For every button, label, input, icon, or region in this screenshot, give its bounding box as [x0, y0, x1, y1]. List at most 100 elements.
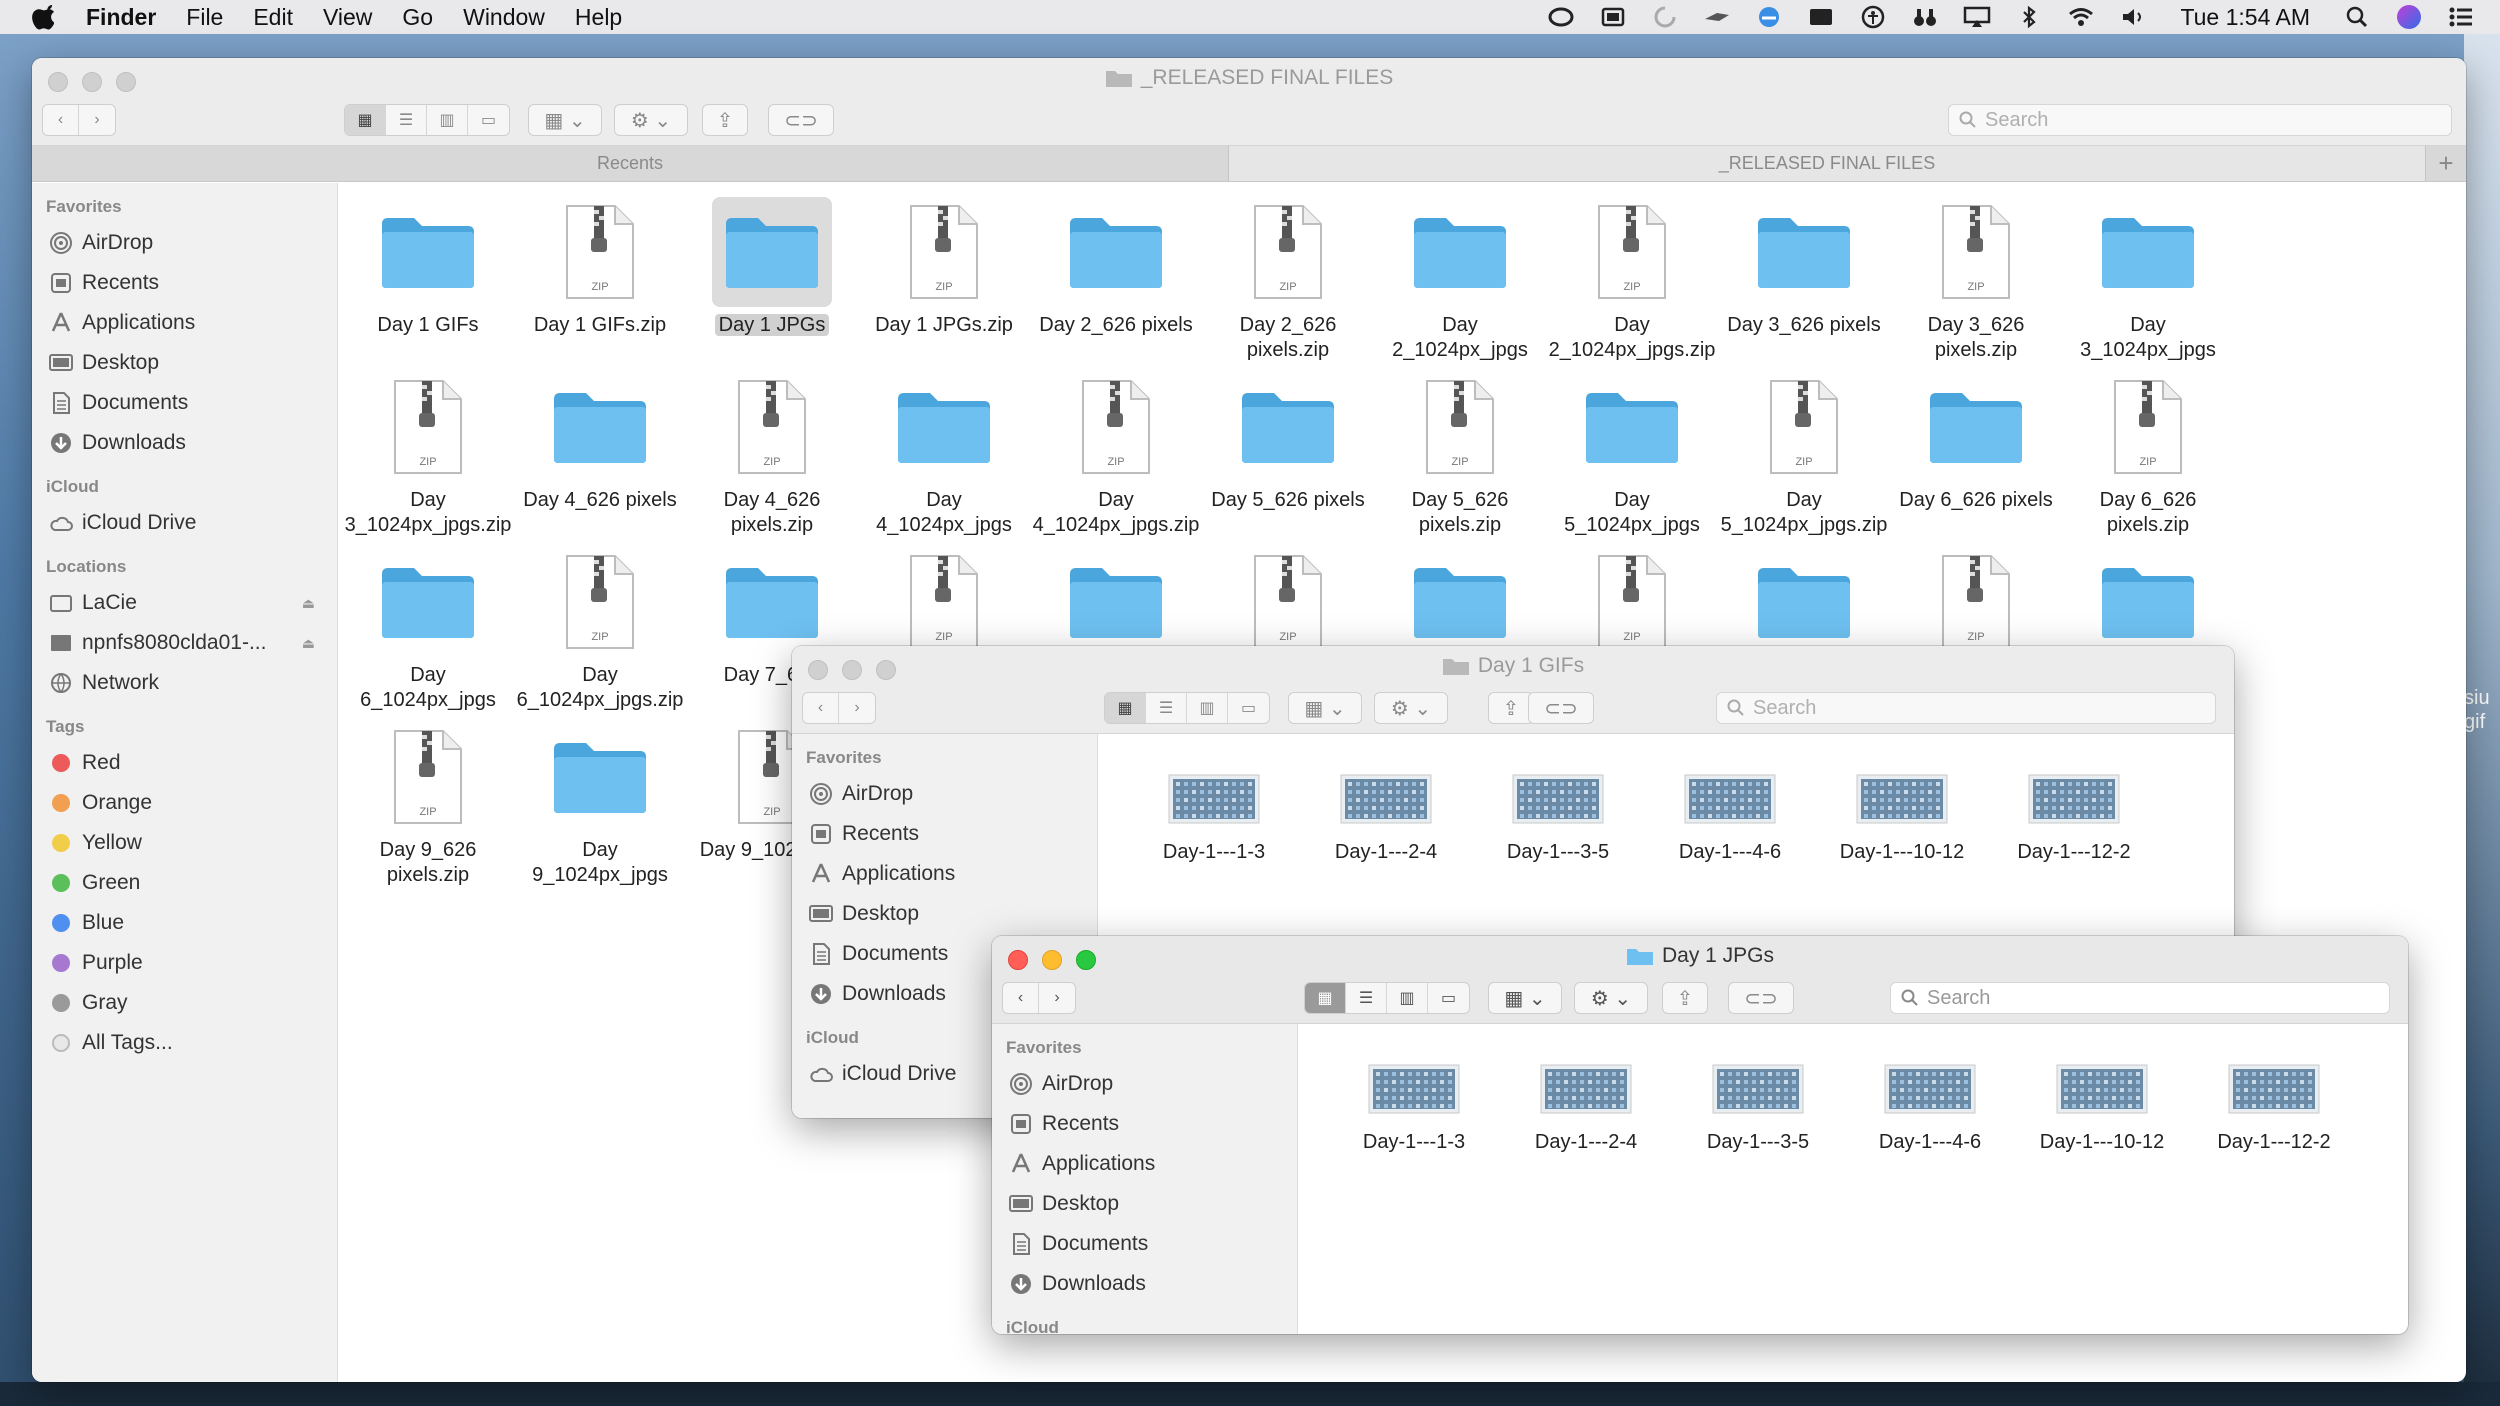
sidebar-item-desktop[interactable]: Desktop [992, 1184, 1297, 1224]
zip-file-item[interactable]: ZIP Day 4_1024px_jpgs.zip [1030, 372, 1202, 538]
spotlight-icon[interactable] [2342, 4, 2372, 30]
forward-icon[interactable]: › [1039, 983, 1075, 1013]
zip-file-item[interactable]: ZIP Day 6_626 pixels.zip [2062, 372, 2234, 538]
notification-center-icon[interactable] [2446, 4, 2476, 30]
sidebar-item-icloud-drive[interactable]: iCloud Drive [32, 503, 337, 543]
sync-icon[interactable] [1650, 4, 1680, 30]
column-view-icon[interactable]: ▥ [1187, 693, 1228, 723]
sidebar-item-recents[interactable]: Recents [32, 263, 337, 303]
gallery-view-icon[interactable]: ▭ [468, 105, 509, 135]
sidebar-item-airdrop[interactable]: AirDrop [32, 223, 337, 263]
list-view-icon[interactable]: ☰ [1346, 983, 1387, 1013]
sidebar-item-recents[interactable]: Recents [992, 1104, 1297, 1144]
sidebar-item-documents[interactable]: Documents [32, 383, 337, 423]
sidebar-item-airdrop[interactable]: AirDrop [792, 774, 1097, 814]
tab-released[interactable]: _RELEASED FINAL FILES [1229, 146, 2426, 181]
sidebar-item-desktop[interactable]: Desktop [32, 343, 337, 383]
window-app-icon[interactable] [1598, 4, 1628, 30]
folder-item[interactable]: Day 5_626 pixels [1202, 372, 1374, 513]
menu-view[interactable]: View [323, 4, 372, 31]
sidebar-tag-green[interactable]: Green [32, 863, 337, 903]
sidebar-item-applications[interactable]: Applications [792, 854, 1097, 894]
column-view-icon[interactable]: ▥ [427, 105, 468, 135]
folder-item[interactable]: Day 5_1024px_jpgs [1546, 372, 1718, 538]
list-view-icon[interactable]: ☰ [386, 105, 427, 135]
image-file-item[interactable]: Day-1---3-5 [1472, 764, 1644, 865]
sidebar-item-applications[interactable]: Applications [992, 1144, 1297, 1184]
airplay-icon[interactable] [1962, 4, 1992, 30]
sidebar-item-downloads[interactable]: Downloads [32, 423, 337, 463]
volume-icon[interactable] [2118, 4, 2148, 30]
sidebar-tag-red[interactable]: Red [32, 743, 337, 783]
accessibility-icon[interactable] [1858, 4, 1888, 30]
folder-item[interactable]: Day 2_626 pixels [1030, 197, 1202, 338]
forward-icon[interactable]: › [79, 105, 115, 135]
zip-file-item[interactable]: ZIP Day 3_626 pixels.zip [1890, 197, 2062, 363]
folder-item[interactable]: Day 4_1024px_jpgs [858, 372, 1030, 538]
image-file-item[interactable]: Day-1---4-6 [1644, 764, 1816, 865]
zip-file-item[interactable]: ZIP Day 5_626 pixels.zip [1374, 372, 1546, 538]
sidebar-tag-gray[interactable]: Gray [32, 983, 337, 1023]
wifi-icon[interactable] [2066, 4, 2096, 30]
forward-icon[interactable]: › [839, 693, 875, 723]
folder-item[interactable]: Day 3_1024px_jpgs [2062, 197, 2234, 363]
image-file-item[interactable]: Day-1---10-12 [1816, 764, 1988, 865]
sidebar-item-airdrop[interactable]: AirDrop [992, 1064, 1297, 1104]
sidebar-item-recents[interactable]: Recents [792, 814, 1097, 854]
new-tab-icon[interactable]: + [2426, 146, 2466, 181]
icon-view-icon[interactable]: ▦ [1305, 983, 1346, 1013]
column-view-icon[interactable]: ▥ [1387, 983, 1428, 1013]
sidebar-tag-purple[interactable]: Purple [32, 943, 337, 983]
gallery-view-icon[interactable]: ▭ [1428, 983, 1469, 1013]
siri-icon[interactable] [2394, 4, 2424, 30]
video-icon[interactable] [1806, 4, 1836, 30]
sidebar-tag-all-tags[interactable]: All Tags... [32, 1023, 337, 1063]
menu-window[interactable]: Window [463, 4, 545, 31]
zip-file-item[interactable]: ZIP Day 2_626 pixels.zip [1202, 197, 1374, 363]
image-file-item[interactable]: Day-1---1-3 [1128, 764, 1300, 865]
search-field[interactable]: Search [1948, 104, 2452, 136]
cloud-sync-icon[interactable] [1754, 4, 1784, 30]
action-gear-button[interactable]: ⚙ ⌄ [1374, 692, 1448, 724]
zip-file-item[interactable]: ZIP Day 4_626 pixels.zip [686, 372, 858, 538]
zip-file-item[interactable]: ZIP Day 3_1024px_jpgs.zip [342, 372, 514, 538]
folder-item[interactable]: Day 1 GIFs [342, 197, 514, 338]
zip-file-item[interactable]: ZIP Day 2_1024px_jpgs.zip [1546, 197, 1718, 363]
menu-edit[interactable]: Edit [253, 4, 293, 31]
image-file-item[interactable]: Day-1---12-2 [2188, 1054, 2360, 1155]
group-by-button[interactable]: ▦ ⌄ [1288, 692, 1362, 724]
search-field[interactable]: Search [1716, 692, 2216, 724]
group-by-button[interactable]: ▦ ⌄ [1488, 982, 1562, 1014]
share-icon[interactable]: ⇪ [702, 104, 748, 136]
bird-icon[interactable] [1702, 4, 1732, 30]
image-file-item[interactable]: Day-1---2-4 [1500, 1054, 1672, 1155]
zip-file-item[interactable]: ZIP Day 5_1024px_jpgs.zip [1718, 372, 1890, 538]
folder-item[interactable]: Day 1 JPGs [686, 197, 858, 338]
zip-file-item[interactable]: ZIP Day 1 JPGs.zip [858, 197, 1030, 338]
binoculars-icon[interactable] [1910, 4, 1940, 30]
zip-file-item[interactable]: ZIP Day 9_626 pixels.zip [342, 722, 514, 888]
sidebar-item-documents[interactable]: Documents [992, 1224, 1297, 1264]
zip-file-item[interactable]: ZIP Day 6_1024px_jpgs.zip [514, 547, 686, 713]
image-file-item[interactable]: Day-1---4-6 [1844, 1054, 2016, 1155]
folder-item[interactable]: Day 9_1024px_jpgs [514, 722, 686, 888]
back-icon[interactable]: ‹ [43, 105, 80, 135]
folder-item[interactable]: Day 6_626 pixels [1890, 372, 2062, 513]
sidebar-item-lacie[interactable]: LaCie ⏏ [32, 583, 337, 623]
tag-icon[interactable]: ⊂⊃ [768, 104, 834, 136]
group-by-button[interactable]: ▦ ⌄ [528, 104, 602, 136]
sidebar-tag-blue[interactable]: Blue [32, 903, 337, 943]
gallery-view-icon[interactable]: ▭ [1228, 693, 1269, 723]
menu-help[interactable]: Help [575, 4, 622, 31]
tag-icon[interactable]: ⊂⊃ [1528, 692, 1594, 724]
list-view-icon[interactable]: ☰ [1146, 693, 1187, 723]
menu-clock[interactable]: Tue 1:54 AM [2180, 4, 2310, 31]
zip-file-item[interactable]: ZIP Day 1 GIFs.zip [514, 197, 686, 338]
menu-file[interactable]: File [186, 4, 223, 31]
back-icon[interactable]: ‹ [1003, 983, 1040, 1013]
sidebar-item-applications[interactable]: Applications [32, 303, 337, 343]
image-file-item[interactable]: Day-1---2-4 [1300, 764, 1472, 865]
creative-cloud-icon[interactable] [1546, 4, 1576, 30]
sidebar-item-network[interactable]: Network [32, 663, 337, 703]
menu-go[interactable]: Go [402, 4, 433, 31]
